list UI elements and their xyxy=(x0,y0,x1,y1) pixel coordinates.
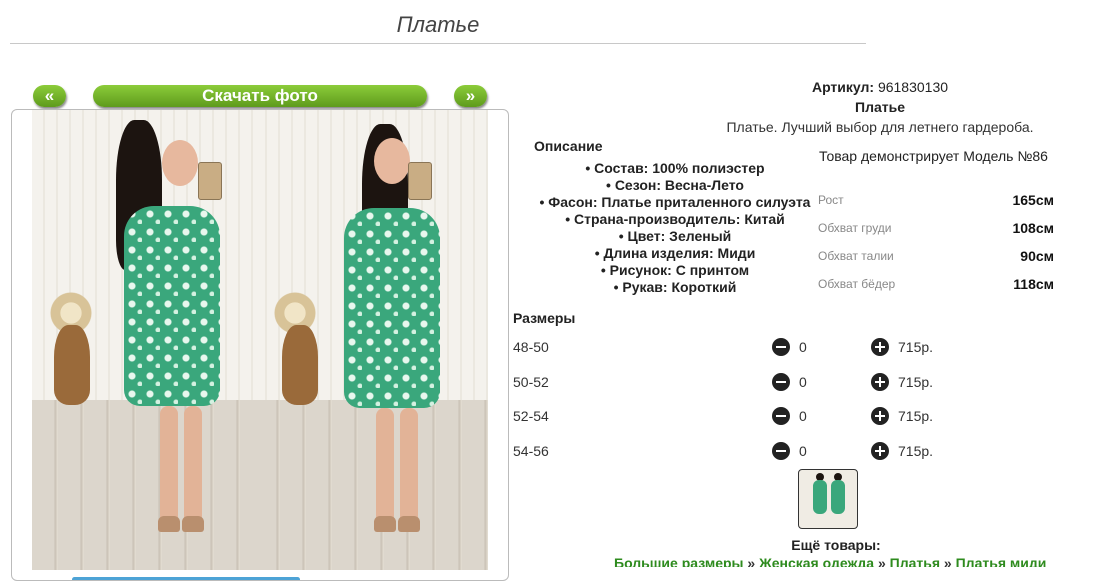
model-leg-right xyxy=(400,408,418,528)
measurement-label: Обхват бёдер xyxy=(818,277,896,291)
description-list: • Состав: 100% полиэстер • Сезон: Весна-… xyxy=(536,160,814,296)
model-face xyxy=(374,138,410,184)
model-leg-right xyxy=(184,406,202,526)
description-item: • Состав: 100% полиэстер xyxy=(585,160,765,176)
size-row: 52-54 0 715р. xyxy=(513,407,953,427)
size-row: 54-56 0 715р. xyxy=(513,442,953,462)
size-label: 50-52 xyxy=(513,374,549,390)
measurement-value: 108см xyxy=(1012,220,1054,236)
article-line: Артикул: 961830130 xyxy=(620,79,1120,95)
size-quantity: 0 xyxy=(799,339,807,355)
measurement-value: 165см xyxy=(1012,192,1054,208)
model-dress xyxy=(344,208,440,408)
product-name: Платье xyxy=(855,99,905,115)
size-quantity: 0 xyxy=(799,374,807,390)
description-heading: Описание xyxy=(534,138,603,154)
sizes-heading: Размеры xyxy=(513,310,576,326)
product-tagline: Платье. Лучший выбор для летнего гардеро… xyxy=(726,119,1034,135)
model-face xyxy=(162,140,198,186)
description-item: • Цвет: Зеленый xyxy=(618,228,732,244)
size-quantity: 0 xyxy=(799,443,807,459)
model-phone xyxy=(198,162,222,200)
category-link[interactable]: Женская одежда xyxy=(759,555,874,567)
measurement-height: Рост 165см xyxy=(818,192,1054,208)
size-price: 715р. xyxy=(898,374,934,390)
plus-circle-icon[interactable] xyxy=(871,373,889,391)
product-photo-front[interactable] xyxy=(32,110,254,570)
category-link[interactable]: Платья xyxy=(890,555,940,567)
minus-circle-icon[interactable] xyxy=(772,407,790,425)
description-item: • Длина изделия: Миди xyxy=(594,245,756,261)
thumbnail-figure xyxy=(831,480,845,514)
measurement-value: 118см xyxy=(1013,276,1054,292)
model-phone xyxy=(408,162,432,200)
size-price: 715р. xyxy=(898,443,934,459)
more-products-heading: Ещё товары: xyxy=(791,537,881,553)
category-link[interactable]: Платья миди xyxy=(956,555,1047,567)
description-item: • Рисунок: С принтом xyxy=(600,262,750,278)
minus-circle-icon[interactable] xyxy=(772,373,790,391)
model-leg-left xyxy=(376,408,394,528)
measurement-chest: Обхват груди 108см xyxy=(818,220,1054,236)
plus-circle-icon[interactable] xyxy=(871,407,889,425)
measurement-hips: Обхват бёдер 118см xyxy=(818,276,1054,292)
plus-circle-icon[interactable] xyxy=(871,442,889,460)
model-heading: Товар демонстрирует Модель №86 xyxy=(819,148,1048,164)
download-photo-button[interactable]: Скачать фото xyxy=(93,85,427,107)
vase xyxy=(282,325,318,405)
size-price: 715р. xyxy=(898,408,934,424)
measurement-value: 90см xyxy=(1020,248,1054,264)
measurement-waist: Обхват талии 90см xyxy=(818,248,1054,264)
floor-boards xyxy=(32,400,254,570)
link-separator: » xyxy=(743,555,760,567)
article-label: Артикул: xyxy=(811,79,875,95)
product-thumbnail[interactable] xyxy=(798,469,858,529)
description-item: • Сезон: Весна-Лето xyxy=(606,177,744,193)
description-item: • Страна-производитель: Китай xyxy=(565,211,785,227)
thumbnail-figure xyxy=(813,480,827,514)
measurement-label: Обхват груди xyxy=(818,221,892,235)
size-label: 54-56 xyxy=(513,443,549,459)
description-item: • Фасон: Платье приталенного силуэта xyxy=(539,194,811,210)
size-row: 50-52 0 715р. xyxy=(513,373,953,393)
size-label: 52-54 xyxy=(513,408,549,424)
size-price: 715р. xyxy=(898,339,934,355)
model-leg-left xyxy=(160,406,178,526)
size-row: 48-50 0 715р. xyxy=(513,338,953,358)
size-label: 48-50 xyxy=(513,339,549,355)
vase xyxy=(54,325,90,405)
floor-boards xyxy=(254,400,488,570)
product-photo-frame xyxy=(11,109,509,581)
link-separator: » xyxy=(940,555,956,567)
model-shoe-left xyxy=(374,516,396,532)
product-photo-side[interactable] xyxy=(254,110,488,570)
article-value: 961830130 xyxy=(877,79,949,95)
measurement-label: Обхват талии xyxy=(818,249,894,263)
page-title: Платье xyxy=(396,12,480,37)
title-divider xyxy=(10,43,866,44)
model-dress xyxy=(124,206,220,406)
minus-circle-icon[interactable] xyxy=(772,338,790,356)
photo-scrollbar[interactable] xyxy=(72,577,300,580)
size-quantity: 0 xyxy=(799,408,807,424)
link-separator: » xyxy=(874,555,890,567)
next-photo-button[interactable]: » xyxy=(454,85,487,107)
measurement-label: Рост xyxy=(818,193,844,207)
more-products-links: Большие размеры » Женская одежда » Плать… xyxy=(614,555,1064,567)
minus-circle-icon[interactable] xyxy=(772,442,790,460)
category-link[interactable]: Большие размеры xyxy=(614,555,744,567)
model-shoe-left xyxy=(158,516,180,532)
description-item: • Рукав: Короткий xyxy=(613,279,737,295)
model-shoe-right xyxy=(182,516,204,532)
plus-circle-icon[interactable] xyxy=(871,338,889,356)
prev-photo-button[interactable]: « xyxy=(33,85,66,107)
model-shoe-right xyxy=(398,516,420,532)
